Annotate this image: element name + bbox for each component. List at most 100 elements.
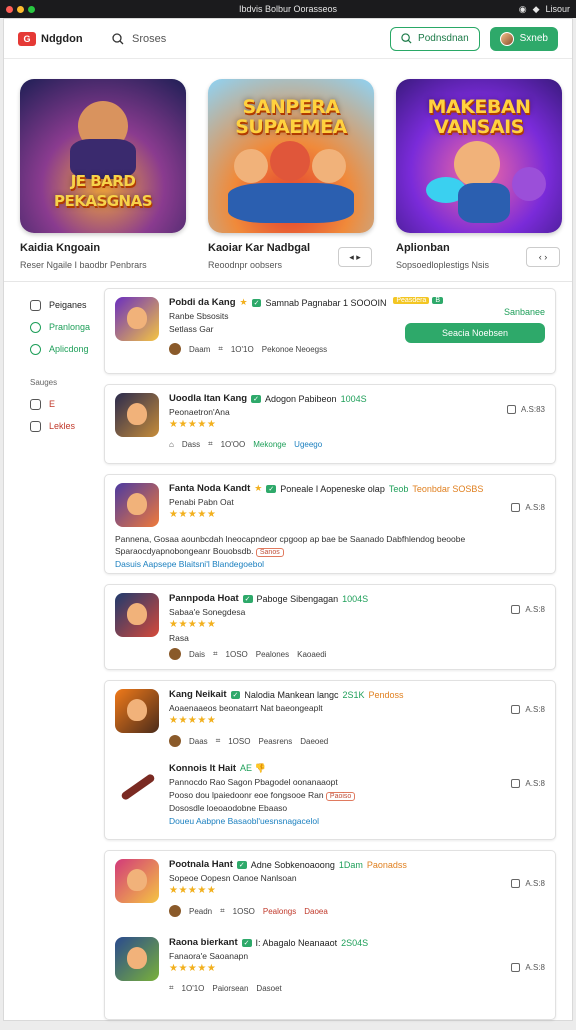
app-link[interactable]: Doueu Aabpne Basaobl'uesnsnagacelol bbox=[169, 816, 545, 826]
tag[interactable]: Paoiso bbox=[326, 792, 355, 801]
featured-carousel: JE BARD PEKASGNAS Kaidia Kngoain Reser N… bbox=[4, 59, 572, 281]
rating[interactable]: A.S:8 bbox=[511, 779, 545, 788]
carousel-arrows[interactable]: ◂ ▸ bbox=[338, 247, 372, 267]
featured-card[interactable]: MAKEBAN VANSAIS Aplionban Sopsoedloplest… bbox=[396, 79, 562, 281]
star-rating: ★★★★★ bbox=[169, 509, 545, 520]
sidebar-item-sub[interactable]: E bbox=[30, 393, 104, 415]
carousel-arrows[interactable]: ‹ › bbox=[526, 247, 560, 267]
app-extra-green: 1Dam bbox=[339, 860, 363, 870]
featured-image[interactable]: MAKEBAN VANSAIS bbox=[396, 79, 562, 233]
app-link[interactable]: Dasuis Aapsepe Blaitsni'l Blandegoebol bbox=[115, 559, 545, 569]
sidebar-item-games[interactable]: Peiganes bbox=[30, 294, 104, 316]
chip-yellow: Peasdera bbox=[393, 297, 429, 304]
app-icon[interactable] bbox=[115, 483, 159, 527]
list-item[interactable]: Fanta Noda Kandt ★ ✓ Poneale I Aopeneske… bbox=[104, 474, 556, 574]
app-title[interactable]: Fanta Noda Kandt bbox=[169, 483, 250, 494]
featured-image[interactable]: SANPERA SUPAEMEA bbox=[208, 79, 374, 233]
window-controls[interactable] bbox=[6, 6, 35, 13]
search-bar[interactable]: Sroses bbox=[112, 33, 380, 45]
list-item[interactable]: Uoodla Itan Kang ✓ Adogon Pabibeon 1004S… bbox=[104, 384, 556, 464]
list-item[interactable]: Pootnala Hant ✓ Adne Sobkenoaoong 1Dam P… bbox=[104, 850, 556, 1020]
sidebar: Peiganes Pranlonga Aplicdong Sauges E Le… bbox=[4, 288, 104, 1030]
rating[interactable]: A.S:8 bbox=[511, 705, 545, 714]
install-button[interactable]: Seacia Noebsen bbox=[405, 323, 545, 343]
thumbs-up-icon bbox=[507, 405, 516, 414]
app-icon[interactable] bbox=[115, 593, 159, 637]
app-title[interactable]: Pobdi da Kang bbox=[169, 297, 236, 308]
rating[interactable]: A.S:8 bbox=[511, 503, 545, 512]
meta-link[interactable]: Ugeego bbox=[294, 440, 322, 449]
close-dot[interactable] bbox=[6, 6, 13, 13]
check-icon: ✓ bbox=[242, 939, 252, 947]
meta-category: Mekonge bbox=[253, 440, 286, 449]
meta-count: 1O'OO bbox=[221, 440, 246, 449]
status-text: Sanbanee bbox=[504, 307, 545, 317]
app-title[interactable]: Raona bierkant bbox=[169, 937, 238, 948]
featured-image[interactable]: JE BARD PEKASGNAS bbox=[20, 79, 186, 233]
meta-category: Pekonoe Neoegss bbox=[262, 345, 327, 354]
hero-figure bbox=[312, 149, 346, 183]
app-icon[interactable] bbox=[115, 937, 159, 981]
account-button[interactable]: Sxneb bbox=[490, 27, 558, 51]
os-title: Ibdvis Bolbur Oorasseos bbox=[0, 4, 576, 14]
developer: Sopeoe Oopesn Oanoe Nanlsoan bbox=[169, 873, 545, 883]
app-extra-orange: Paonadss bbox=[367, 860, 407, 870]
thumbs-up-icon bbox=[511, 605, 520, 614]
app-extra-orange: Teonbdar SOSBS bbox=[412, 484, 483, 494]
app-list: Pobdi da Kang ★ ✓ Samnab Pagnabar 1 SOOO… bbox=[104, 288, 572, 1030]
featured-card[interactable]: SANPERA SUPAEMEA Kaoiar Kar Nadbgal Reoo… bbox=[208, 79, 374, 281]
rating[interactable]: A.S:8 bbox=[511, 605, 545, 614]
app-title[interactable]: Uoodla Itan Kang bbox=[169, 393, 247, 404]
logo[interactable]: G Ndgdon bbox=[18, 32, 102, 46]
app-icon[interactable] bbox=[115, 859, 159, 903]
app-extra: Samnab Pagnabar 1 SOOOIN bbox=[265, 298, 386, 308]
avatar bbox=[500, 32, 514, 46]
sidebar-item-apps[interactable]: Aplicdong bbox=[30, 338, 104, 360]
thumbs-up-icon bbox=[511, 879, 520, 888]
compass-icon bbox=[30, 322, 41, 333]
outline-button[interactable]: Podnsdnan bbox=[390, 27, 480, 51]
list-item[interactable]: Kang Neikait ✓ Nalodia Mankean langc 2S1… bbox=[104, 680, 556, 840]
featured-subtitle: Reser Ngaile I baodbr Penbrars bbox=[20, 260, 186, 270]
tag[interactable]: Sanos bbox=[256, 548, 284, 557]
thumbs-up-icon bbox=[511, 963, 520, 972]
app-title[interactable]: Kang Neikait bbox=[169, 689, 227, 700]
meta-label: Daas bbox=[189, 737, 208, 746]
check-icon: ✓ bbox=[237, 861, 247, 869]
meta-link[interactable]: Dasoet bbox=[256, 984, 281, 993]
os-status: ◉ ◆ Lisour bbox=[519, 4, 570, 15]
star-rating: ★★★★★ bbox=[169, 715, 545, 726]
sidebar-section-title: Sauges bbox=[30, 378, 104, 387]
featured-art-title: SANPERA SUPAEMEA bbox=[216, 97, 366, 137]
app-icon[interactable] bbox=[115, 393, 159, 437]
list-item[interactable]: Pobdi da Kang ★ ✓ Samnab Pagnabar 1 SOOO… bbox=[104, 288, 556, 374]
app-icon[interactable] bbox=[115, 297, 159, 341]
check-icon: ✓ bbox=[252, 299, 262, 307]
wifi-icon: ◆ bbox=[533, 4, 540, 15]
featured-art-title: MAKEBAN VANSAIS bbox=[404, 97, 554, 137]
app-icon[interactable] bbox=[115, 763, 159, 807]
minimize-dot[interactable] bbox=[17, 6, 24, 13]
sidebar-item-sub[interactable]: Lekles bbox=[30, 415, 104, 437]
app-title[interactable]: Konnois It Hait bbox=[169, 763, 236, 774]
app-title[interactable]: Pannpoda Hoat bbox=[169, 593, 239, 604]
list-item[interactable]: Pannpoda Hoat ✓ Paboge Sibengagan 1004S … bbox=[104, 584, 556, 670]
developer-icon bbox=[169, 735, 181, 747]
thumbs-up-icon bbox=[511, 779, 520, 788]
app-extra: AE 👎 bbox=[240, 763, 266, 774]
meta-link[interactable]: Kaoaedi bbox=[297, 650, 326, 659]
meta-link[interactable]: Daoea bbox=[304, 907, 328, 916]
featured-card[interactable]: JE BARD PEKASGNAS Kaidia Kngoain Reser N… bbox=[20, 79, 186, 281]
rating[interactable]: A.S:83 bbox=[507, 405, 545, 414]
app-title[interactable]: Pootnala Hant bbox=[169, 859, 233, 870]
app-icon[interactable] bbox=[115, 689, 159, 733]
thumbs-up-icon bbox=[511, 503, 520, 512]
meta-link[interactable]: Daeoed bbox=[300, 737, 328, 746]
rating[interactable]: A.S:8 bbox=[511, 963, 545, 972]
search-input[interactable]: Sroses bbox=[132, 33, 166, 45]
rating[interactable]: A.S:8 bbox=[511, 879, 545, 888]
maximize-dot[interactable] bbox=[28, 6, 35, 13]
developer-2: Rasa bbox=[169, 633, 545, 643]
app-extra: Adne Sobkenoaoong bbox=[251, 860, 335, 870]
sidebar-item-trending[interactable]: Pranlonga bbox=[30, 316, 104, 338]
